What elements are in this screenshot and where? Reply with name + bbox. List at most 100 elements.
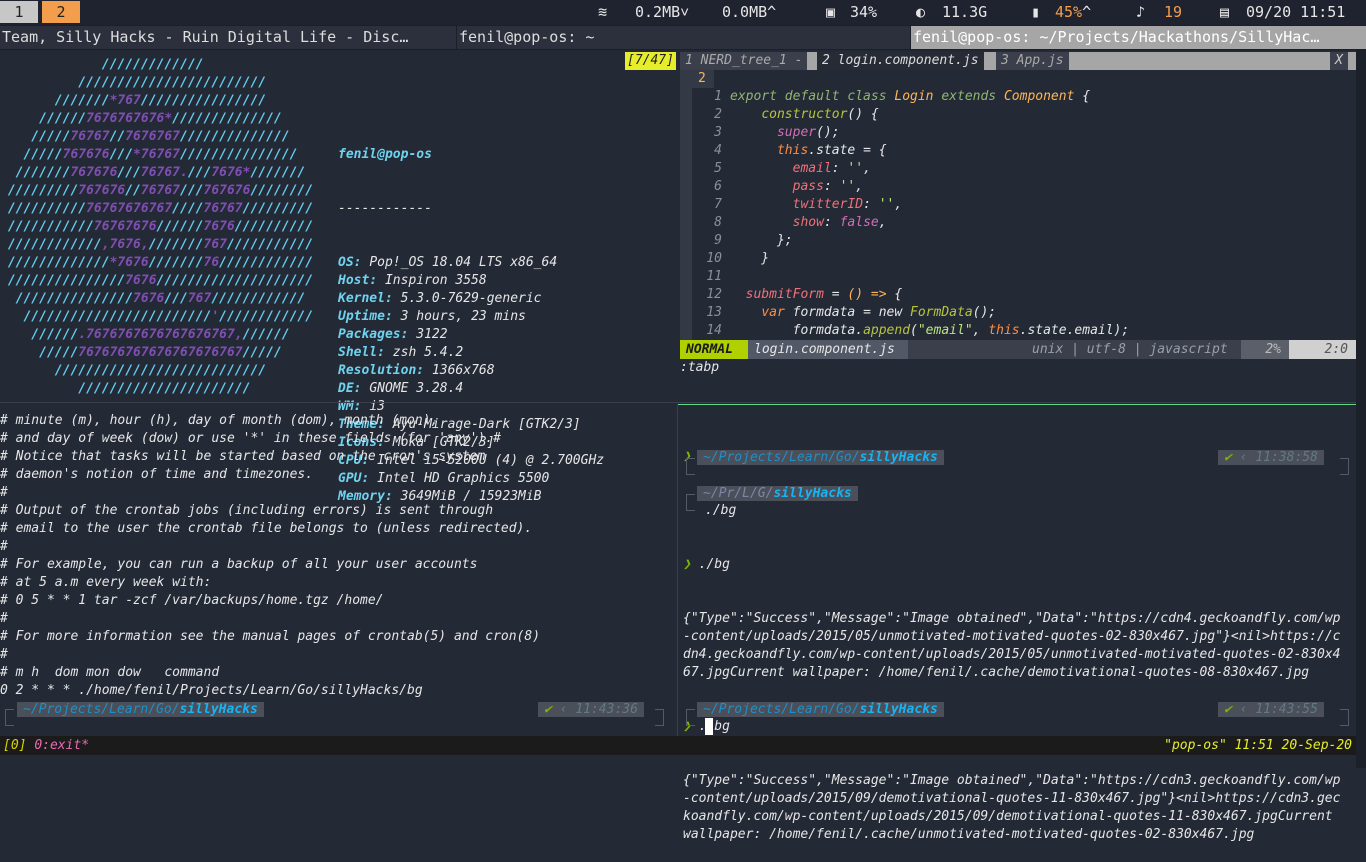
cpu-icon: ▣ xyxy=(826,3,836,21)
logo-line: /////767676767676767676767///// xyxy=(0,345,282,360)
down-arrow-icon: ˅ xyxy=(680,3,690,21)
logo-line: //////////////////////// xyxy=(0,75,267,90)
workspace-1[interactable]: 1 xyxy=(0,1,38,23)
logo-line: ///////767676///76767.///7676*/////// xyxy=(0,165,306,180)
crontab-line: # minute (m), hour (h), day of month (do… xyxy=(0,413,439,428)
crontab-line: # email to the user the crontab file bel… xyxy=(0,521,533,536)
workspace-2[interactable]: 2 xyxy=(42,1,80,23)
shell-pane[interactable]: ❯ clear xyxy=(683,412,1356,484)
code-area[interactable]: 1 export default class Login extends Comp… xyxy=(680,88,1356,340)
crontab-line: # at 5 a.m every week with: xyxy=(0,575,212,590)
pane-divider-v[interactable] xyxy=(677,404,678,736)
bg-output-1: {"Type":"Success","Message":"Image obtai… xyxy=(683,611,1341,680)
line-number: 3 xyxy=(714,125,722,140)
neofetch-field: Packages: 3122 xyxy=(338,327,448,342)
shell-output: ❯ ./bg {"Type":"Success","Message":"Imag… xyxy=(683,520,1356,862)
logo-line: /////////////*7676///////76//////////// xyxy=(0,255,314,270)
neofetch-field: Host: Inspiron 3558 xyxy=(338,273,487,288)
prompt-time: ✔ ‹ 11:38:58 xyxy=(1218,449,1324,466)
logo-line: ///////////////7676///767//////////// xyxy=(0,291,306,306)
window-title-discord[interactable]: Team, Silly Hacks - Ruin Digital Life - … xyxy=(0,26,456,49)
neofetch-field: Shell: zsh 5.4.2 xyxy=(338,345,464,360)
line-number: 4 xyxy=(714,143,722,158)
tmux-session[interactable]: [0] xyxy=(3,738,26,753)
tab-number: 2 xyxy=(680,70,714,88)
neofetch-separator: ------------ xyxy=(338,201,432,216)
prompt-path: ~/Projects/Learn/Go/sillyHacks xyxy=(17,701,264,718)
tab-login-component[interactable]: 2 login.component.js xyxy=(817,52,984,70)
tmux-window[interactable]: 0:exit* xyxy=(34,738,89,753)
neofetch-logo: ///////////// //////////////////////// /… xyxy=(0,56,313,396)
crontab-pane[interactable]: # minute (m), hour (h), day of month (do… xyxy=(0,412,540,700)
logo-line: ///////////////7676//////////////////// xyxy=(0,273,314,288)
logo-line: //////.7676767676767676767,////// xyxy=(0,327,290,342)
scrollbar[interactable] xyxy=(1356,50,1366,768)
tab-nerdtree[interactable]: 1 NERD_tree_1 - xyxy=(680,52,808,70)
crontab-line: # For more information see the manual pa… xyxy=(0,629,541,644)
mode-indicator: NORMAL xyxy=(680,340,748,359)
crontab-line: # 0 5 * * 1 tar -zcf /var/backups/home.t… xyxy=(0,593,384,608)
prompt-bracket xyxy=(686,709,695,726)
code-line: 12 submitForm = () => { xyxy=(680,286,1356,304)
logo-line: //////7676767676*////////////// xyxy=(0,111,282,126)
datetime: 09/20 11:51 xyxy=(1246,3,1346,21)
line-number: 10 xyxy=(706,251,722,266)
crontab-line: # xyxy=(0,647,8,662)
logo-line: ////////////////////// xyxy=(0,381,251,396)
line-number: 14 xyxy=(706,323,722,338)
vim-tabline: [7/47] 1 NERD_tree_1 - 2 login.component… xyxy=(625,52,1356,70)
battery-icon: ▮ xyxy=(1031,3,1041,21)
line-number: 1 xyxy=(714,89,722,104)
logo-line: ///////////76767676//////7676////////// xyxy=(0,219,314,234)
line-number: 11 xyxy=(706,269,722,284)
line-number: 8 xyxy=(714,215,722,230)
code-line: 11 xyxy=(680,268,1356,286)
tabbed-titlebar: Team, Silly Hacks - Ruin Digital Life - … xyxy=(0,25,1366,50)
prompt-path: ~/Projects/Learn/Go/sillyHacks xyxy=(697,449,944,466)
logo-line: //////////76767676767////76767///////// xyxy=(0,201,314,216)
code-line: 5 email: '', xyxy=(680,160,1356,178)
active-pane-border xyxy=(678,404,1356,405)
wifi-icon: ≋ xyxy=(598,3,608,21)
prompt-time: ✔ ‹ 11:43:55 xyxy=(1218,701,1324,718)
prompt-path: ~/Projects/Learn/Go/sillyHacks xyxy=(697,701,944,718)
prompt-bracket-right xyxy=(655,709,664,726)
window-title-terminal-project[interactable]: fenil@pop-os: ~/Projects/Hackathons/Sill… xyxy=(911,26,1366,49)
logo-line: ////////////,7676,///////767/////////// xyxy=(0,237,314,252)
buffer-counter: [7/47] xyxy=(625,52,676,70)
crontab-line: # xyxy=(0,485,8,500)
close-tab-button[interactable]: X xyxy=(1330,52,1348,70)
prompt-path-short: ~/Pr/L/G/sillyHacks xyxy=(697,485,858,502)
bg-output-2: {"Type":"Success","Message":"Image obtai… xyxy=(683,773,1341,842)
code-line: 2 constructor() { xyxy=(680,106,1356,124)
logo-line: ///////*767//////////////// xyxy=(0,93,267,108)
prompt-time: ✔ ‹ 11:43:36 xyxy=(538,701,644,718)
vim-editor[interactable]: [7/47] 1 NERD_tree_1 - 2 login.component… xyxy=(625,52,1356,382)
code-line: 4 this.state = { xyxy=(680,142,1356,160)
window-title-terminal-home[interactable]: fenil@pop-os: ~ xyxy=(457,26,910,49)
net-up: 0.0MB^ xyxy=(722,3,777,21)
prompt-bracket xyxy=(5,709,14,726)
neofetch-field: Kernel: 5.3.0-7629-generic xyxy=(338,291,542,306)
tab-app-js[interactable]: 3 App.js xyxy=(996,52,1069,70)
neofetch-field: DE: GNOME 3.28.4 xyxy=(338,381,464,396)
code-line: 10 } xyxy=(680,250,1356,268)
prompt-bracket xyxy=(686,494,695,511)
prompt-bracket xyxy=(686,458,695,475)
line-number: 7 xyxy=(714,197,722,212)
neofetch-field: Uptime: 3 hours, 23 mins xyxy=(338,309,526,324)
tmux-status-right: "pop-os" 11:51 20-Sep-20 xyxy=(1164,738,1352,753)
notification-count: 19 xyxy=(1164,3,1183,21)
memory-icon: ◐ xyxy=(916,3,926,21)
calendar-icon: ▤ xyxy=(1220,3,1230,21)
up-arrow-icon: ^ xyxy=(767,3,777,21)
code-line: 13 var formdata = new FormData(); xyxy=(680,304,1356,322)
crontab-line: # xyxy=(0,611,8,626)
vim-cmdline[interactable]: :tabp xyxy=(680,359,719,377)
line-number: 6 xyxy=(714,179,722,194)
logo-line: /////76767//7676767////////////// xyxy=(0,129,290,144)
bell-icon: ♪ xyxy=(1136,3,1146,21)
crontab-line: # m h dom mon dow command xyxy=(0,665,220,680)
statusline-position: 2:0 xyxy=(1289,340,1356,359)
logo-line: ////////////////////////'//////////// xyxy=(0,309,314,324)
